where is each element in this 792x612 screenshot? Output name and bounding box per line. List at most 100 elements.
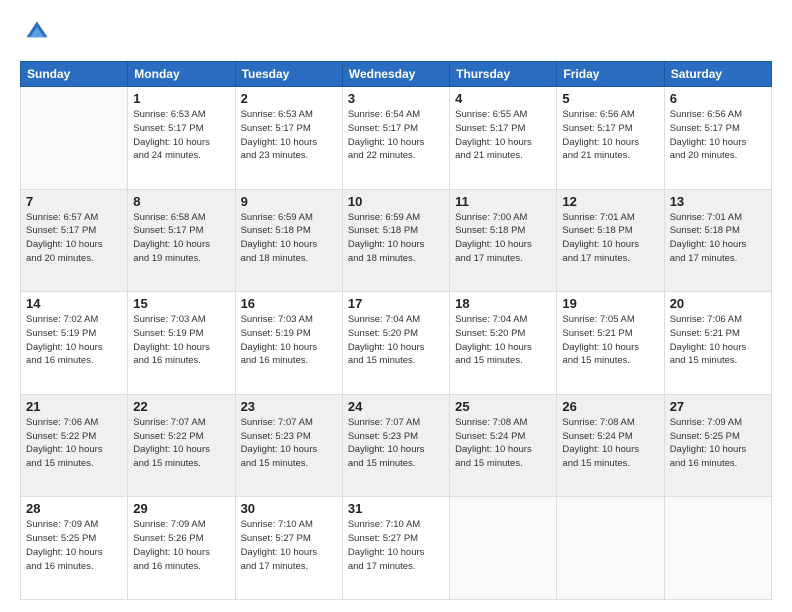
day-header-friday: Friday	[557, 62, 664, 87]
day-number: 27	[670, 399, 766, 414]
day-number: 9	[241, 194, 337, 209]
day-number: 19	[562, 296, 658, 311]
day-number: 6	[670, 91, 766, 106]
page: SundayMondayTuesdayWednesdayThursdayFrid…	[0, 0, 792, 612]
day-number: 25	[455, 399, 551, 414]
calendar-cell	[21, 87, 128, 190]
day-info: Sunrise: 6:57 AMSunset: 5:17 PMDaylight:…	[26, 211, 122, 266]
day-number: 2	[241, 91, 337, 106]
day-info: Sunrise: 7:07 AMSunset: 5:23 PMDaylight:…	[348, 416, 444, 471]
day-info: Sunrise: 7:10 AMSunset: 5:27 PMDaylight:…	[348, 518, 444, 573]
day-number: 7	[26, 194, 122, 209]
day-info: Sunrise: 7:00 AMSunset: 5:18 PMDaylight:…	[455, 211, 551, 266]
calendar-cell: 14Sunrise: 7:02 AMSunset: 5:19 PMDayligh…	[21, 292, 128, 395]
day-number: 3	[348, 91, 444, 106]
day-number: 5	[562, 91, 658, 106]
calendar-cell: 4 Sunrise: 6:55 AMSunset: 5:17 PMDaylight…	[450, 87, 557, 190]
day-header-monday: Monday	[128, 62, 235, 87]
day-number: 10	[348, 194, 444, 209]
day-number: 15	[133, 296, 229, 311]
calendar-cell	[450, 497, 557, 600]
day-number: 20	[670, 296, 766, 311]
calendar-cell: 26Sunrise: 7:08 AMSunset: 5:24 PMDayligh…	[557, 394, 664, 497]
day-info: Sunrise: 7:05 AMSunset: 5:21 PMDaylight:…	[562, 313, 658, 368]
day-number: 31	[348, 501, 444, 516]
logo-icon	[23, 18, 51, 46]
calendar-cell: 18Sunrise: 7:04 AMSunset: 5:20 PMDayligh…	[450, 292, 557, 395]
day-number: 8	[133, 194, 229, 209]
day-info: Sunrise: 7:09 AMSunset: 5:25 PMDaylight:…	[670, 416, 766, 471]
day-info: Sunrise: 6:56 AMSunset: 5:17 PMDaylight:…	[670, 108, 766, 163]
day-number: 17	[348, 296, 444, 311]
calendar-cell: 25 Sunrise: 7:08 AMSunset: 5:24 PMDayligh…	[450, 394, 557, 497]
day-number: 22	[133, 399, 229, 414]
calendar-cell: 19 Sunrise: 7:05 AMSunset: 5:21 PMDayligh…	[557, 292, 664, 395]
day-info: Sunrise: 6:59 AMSunset: 5:18 PMDaylight:…	[348, 211, 444, 266]
calendar-cell: 1Sunrise: 6:53 AMSunset: 5:17 PMDaylight…	[128, 87, 235, 190]
day-number: 23	[241, 399, 337, 414]
day-info: Sunrise: 6:59 AMSunset: 5:18 PMDaylight:…	[241, 211, 337, 266]
day-number: 26	[562, 399, 658, 414]
day-info: Sunrise: 7:06 AMSunset: 5:21 PMDaylight:…	[670, 313, 766, 368]
week-row-2: 7 Sunrise: 6:57 AMSunset: 5:17 PMDaylight…	[21, 189, 772, 292]
day-info: Sunrise: 7:08 AMSunset: 5:24 PMDaylight:…	[455, 416, 551, 471]
calendar-cell: 31 Sunrise: 7:10 AMSunset: 5:27 PMDayligh…	[342, 497, 449, 600]
calendar-cell: 23 Sunrise: 7:07 AMSunset: 5:23 PMDayligh…	[235, 394, 342, 497]
calendar-cell: 2 Sunrise: 6:53 AMSunset: 5:17 PMDaylight…	[235, 87, 342, 190]
calendar-cell: 9 Sunrise: 6:59 AMSunset: 5:18 PMDaylight…	[235, 189, 342, 292]
logo	[20, 18, 51, 51]
calendar-cell: 6 Sunrise: 6:56 AMSunset: 5:17 PMDaylight…	[664, 87, 771, 190]
day-info: Sunrise: 7:03 AMSunset: 5:19 PMDaylight:…	[133, 313, 229, 368]
day-number: 21	[26, 399, 122, 414]
week-row-3: 14Sunrise: 7:02 AMSunset: 5:19 PMDayligh…	[21, 292, 772, 395]
day-info: Sunrise: 7:07 AMSunset: 5:22 PMDaylight:…	[133, 416, 229, 471]
calendar-cell: 13Sunrise: 7:01 AMSunset: 5:18 PMDayligh…	[664, 189, 771, 292]
day-info: Sunrise: 7:03 AMSunset: 5:19 PMDaylight:…	[241, 313, 337, 368]
day-header-tuesday: Tuesday	[235, 62, 342, 87]
day-header-saturday: Saturday	[664, 62, 771, 87]
calendar-cell: 27 Sunrise: 7:09 AMSunset: 5:25 PMDayligh…	[664, 394, 771, 497]
day-info: Sunrise: 7:09 AMSunset: 5:25 PMDaylight:…	[26, 518, 122, 573]
calendar-table: SundayMondayTuesdayWednesdayThursdayFrid…	[20, 61, 772, 600]
day-number: 29	[133, 501, 229, 516]
calendar-cell: 24Sunrise: 7:07 AMSunset: 5:23 PMDayligh…	[342, 394, 449, 497]
day-info: Sunrise: 7:09 AMSunset: 5:26 PMDaylight:…	[133, 518, 229, 573]
calendar-cell: 10 Sunrise: 6:59 AMSunset: 5:18 PMDayligh…	[342, 189, 449, 292]
day-info: Sunrise: 6:54 AMSunset: 5:17 PMDaylight:…	[348, 108, 444, 163]
day-info: Sunrise: 6:53 AMSunset: 5:17 PMDaylight:…	[133, 108, 229, 163]
day-info: Sunrise: 7:06 AMSunset: 5:22 PMDaylight:…	[26, 416, 122, 471]
day-number: 12	[562, 194, 658, 209]
day-info: Sunrise: 6:58 AMSunset: 5:17 PMDaylight:…	[133, 211, 229, 266]
calendar-cell: 30 Sunrise: 7:10 AMSunset: 5:27 PMDayligh…	[235, 497, 342, 600]
calendar-cell	[557, 497, 664, 600]
day-number: 28	[26, 501, 122, 516]
calendar-cell: 3 Sunrise: 6:54 AMSunset: 5:17 PMDaylight…	[342, 87, 449, 190]
calendar-cell: 11 Sunrise: 7:00 AMSunset: 5:18 PMDayligh…	[450, 189, 557, 292]
day-number: 11	[455, 194, 551, 209]
calendar-cell: 7 Sunrise: 6:57 AMSunset: 5:17 PMDaylight…	[21, 189, 128, 292]
day-header-thursday: Thursday	[450, 62, 557, 87]
day-number: 13	[670, 194, 766, 209]
day-info: Sunrise: 6:56 AMSunset: 5:17 PMDaylight:…	[562, 108, 658, 163]
day-number: 30	[241, 501, 337, 516]
calendar-cell: 5 Sunrise: 6:56 AMSunset: 5:17 PMDaylight…	[557, 87, 664, 190]
calendar-cell: 12 Sunrise: 7:01 AMSunset: 5:18 PMDayligh…	[557, 189, 664, 292]
day-info: Sunrise: 7:04 AMSunset: 5:20 PMDaylight:…	[348, 313, 444, 368]
week-row-4: 21 Sunrise: 7:06 AMSunset: 5:22 PMDayligh…	[21, 394, 772, 497]
day-info: Sunrise: 7:10 AMSunset: 5:27 PMDaylight:…	[241, 518, 337, 573]
header	[20, 18, 772, 51]
day-header-wednesday: Wednesday	[342, 62, 449, 87]
day-number: 18	[455, 296, 551, 311]
day-number: 16	[241, 296, 337, 311]
calendar-cell	[664, 497, 771, 600]
day-info: Sunrise: 7:07 AMSunset: 5:23 PMDaylight:…	[241, 416, 337, 471]
calendar-cell: 29 Sunrise: 7:09 AMSunset: 5:26 PMDayligh…	[128, 497, 235, 600]
day-info: Sunrise: 7:02 AMSunset: 5:19 PMDaylight:…	[26, 313, 122, 368]
day-info: Sunrise: 7:01 AMSunset: 5:18 PMDaylight:…	[562, 211, 658, 266]
calendar-cell: 8 Sunrise: 6:58 AMSunset: 5:17 PMDaylight…	[128, 189, 235, 292]
day-info: Sunrise: 6:55 AMSunset: 5:17 PMDaylight:…	[455, 108, 551, 163]
day-number: 4	[455, 91, 551, 106]
day-header-sunday: Sunday	[21, 62, 128, 87]
day-info: Sunrise: 6:53 AMSunset: 5:17 PMDaylight:…	[241, 108, 337, 163]
calendar-cell: 21 Sunrise: 7:06 AMSunset: 5:22 PMDayligh…	[21, 394, 128, 497]
